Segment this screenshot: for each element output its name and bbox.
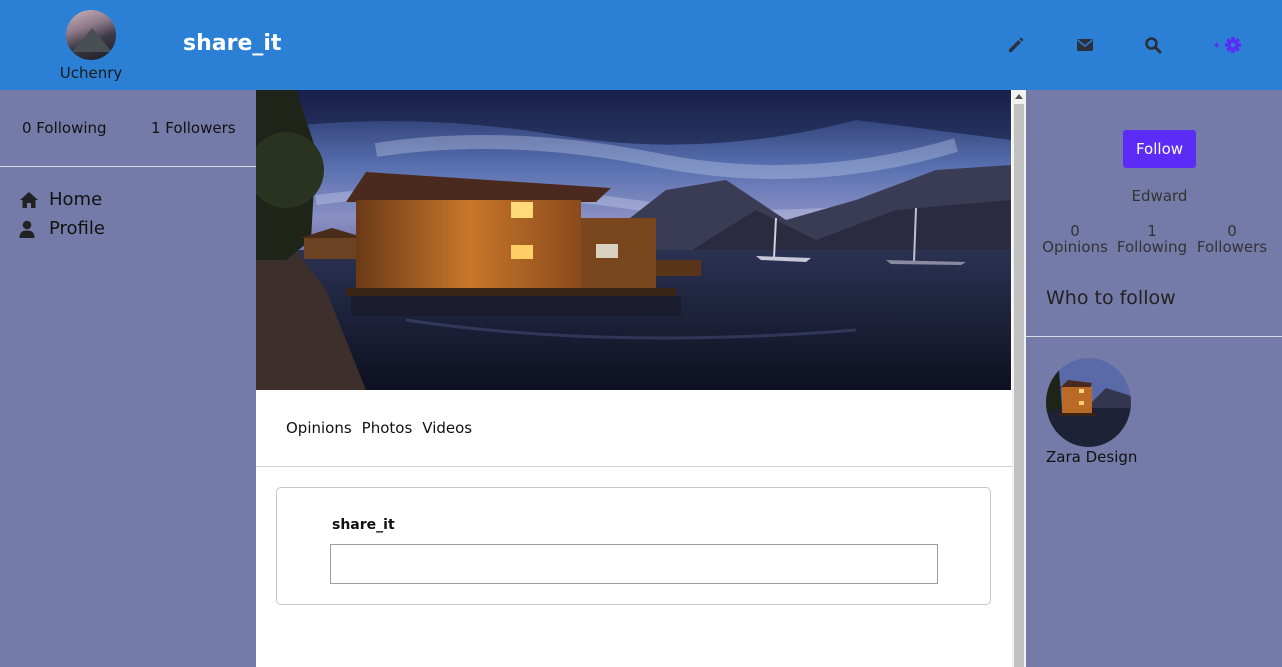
profile-name: Edward [1131, 187, 1188, 205]
scroll-up-arrow-icon[interactable] [1015, 94, 1023, 99]
stat-count: 0 [1070, 222, 1080, 240]
tab-videos[interactable]: Videos [422, 419, 472, 437]
cover-photo [256, 90, 1011, 390]
suggested-user-avatar[interactable] [1046, 358, 1131, 447]
left-sidebar: 0 Following 1 Followers Home Profile [0, 90, 256, 667]
pencil-icon[interactable] [1005, 34, 1027, 56]
divider [0, 166, 256, 167]
divider [1026, 336, 1282, 337]
top-navbar: Uchenry share_it [0, 0, 1282, 90]
stat-opinions[interactable]: 0 Opinions [1042, 223, 1108, 255]
tab-photos[interactable]: Photos [362, 419, 413, 437]
vertical-scrollbar[interactable] [1012, 90, 1026, 667]
right-sidebar: Follow Edward 0 Opinions 1 Following 0 F… [1026, 90, 1282, 667]
divider [256, 466, 1012, 467]
user-icon [19, 220, 41, 238]
stat-label: Opinions [1042, 238, 1108, 256]
sidebar-item-label: Home [49, 189, 103, 210]
main-content: Opinions Photos Videos share_it [256, 90, 1012, 667]
user-name[interactable]: Uchenry [55, 64, 127, 82]
who-to-follow-heading: Who to follow [1046, 287, 1176, 309]
post-composer: share_it [276, 487, 991, 605]
following-count[interactable]: 0 Following [22, 119, 107, 137]
suggested-user-name[interactable]: Zara Design [1046, 448, 1137, 466]
home-icon [19, 191, 41, 209]
sidebar-item-home[interactable]: Home [19, 185, 105, 214]
followers-count[interactable]: 1 Followers [151, 119, 236, 137]
stat-count: 0 [1227, 222, 1237, 240]
sidebar-item-label: Profile [49, 218, 105, 239]
stat-count: 1 [1147, 222, 1157, 240]
sidebar-nav: Home Profile [19, 185, 105, 243]
composer-label: share_it [332, 517, 395, 533]
search-icon[interactable] [1142, 34, 1164, 56]
follow-button[interactable]: Follow [1123, 130, 1196, 168]
stat-following[interactable]: 1 Following [1116, 223, 1188, 255]
user-avatar[interactable] [66, 10, 116, 60]
stat-label: Followers [1196, 238, 1268, 256]
sidebar-item-profile[interactable]: Profile [19, 214, 105, 243]
envelope-icon[interactable] [1074, 34, 1096, 56]
profile-tabs: Opinions Photos Videos [286, 419, 472, 437]
brand-logo-text[interactable]: share_it [183, 31, 281, 56]
tab-opinions[interactable]: Opinions [286, 419, 352, 437]
stat-label: Following [1116, 238, 1188, 256]
scroll-thumb[interactable] [1014, 104, 1024, 667]
post-input[interactable] [330, 544, 938, 584]
settings-gear-icon[interactable] [1211, 34, 1245, 56]
suggested-user[interactable]: Zara Design [1046, 358, 1137, 466]
current-user[interactable]: Uchenry [55, 10, 127, 82]
stat-followers[interactable]: 0 Followers [1196, 223, 1268, 255]
